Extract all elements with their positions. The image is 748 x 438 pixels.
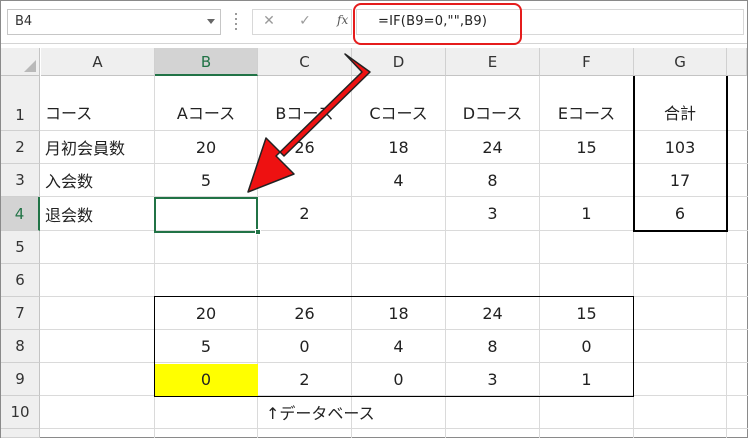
red-arrow-icon <box>247 53 371 193</box>
worksheet-grid: A B C D E F G 1 2 3 4 5 6 7 8 9 10 コース A… <box>0 0 748 438</box>
arrow-shape <box>247 53 371 193</box>
